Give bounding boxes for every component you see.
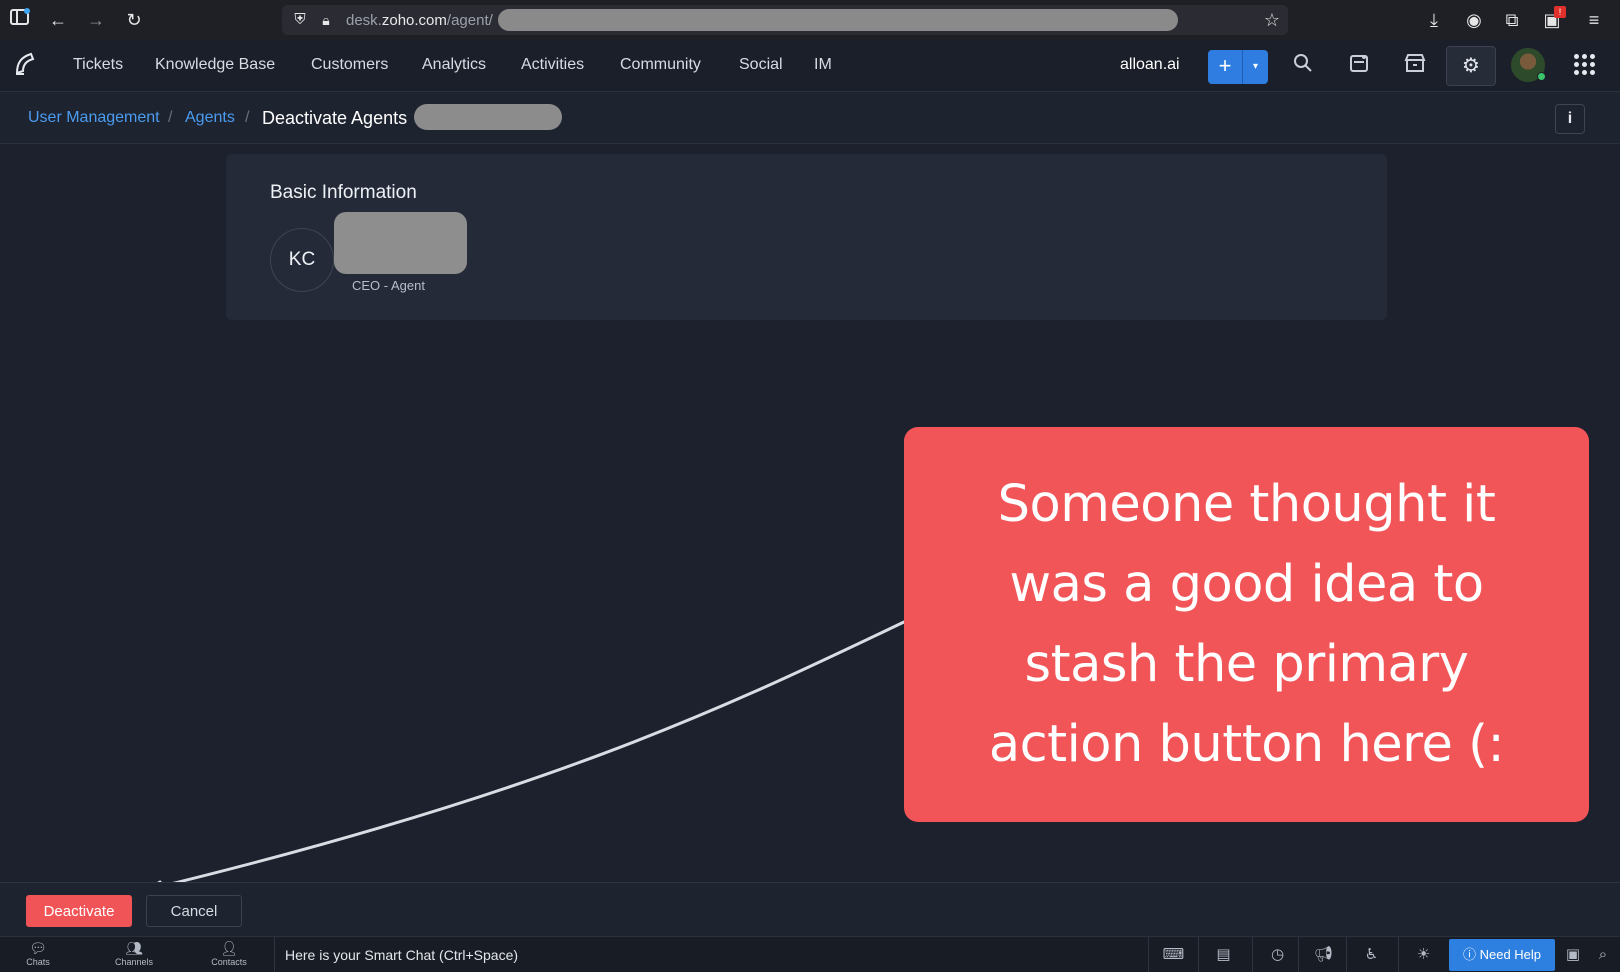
online-status-dot [1537,72,1546,81]
nav-analytics[interactable]: Analytics [422,56,486,74]
agent-avatar: KC [270,228,334,292]
calendar-check-icon[interactable]: ▤ [1198,937,1248,972]
sidebar-toggle-icon[interactable] [8,8,32,32]
info-icon[interactable]: i [1555,104,1585,134]
tab-contacts[interactable]: 👤︎ Contacts [199,939,259,972]
menu-icon[interactable]: ≡ [1582,8,1606,32]
app-header: Tickets Knowledge Base Customers Analyti… [0,40,1620,92]
account-icon[interactable]: ◉ [1462,8,1486,32]
cancel-button[interactable]: Cancel [146,895,242,927]
settings-gear-icon[interactable]: ⚙ [1446,46,1496,86]
user-avatar[interactable] [1511,48,1546,82]
contact-icon: 👤︎ [220,940,238,956]
smart-chat-placeholder: Here is your Smart Chat (Ctrl+Space) [285,947,519,963]
shield-icon[interactable]: ⛨ [288,8,312,32]
bottom-status-bar: 💬︎ Chats 👥︎ Channels 👤︎ Contacts Here is… [0,936,1620,972]
page-title: Deactivate Agents [262,108,408,128]
plus-icon[interactable]: + [1208,50,1242,84]
add-new-button[interactable]: + ▾ [1208,50,1268,84]
help-icon: ⓘ [1462,947,1480,962]
breadcrumb-separator: / [168,109,173,126]
accessibility-icon[interactable]: ♿︎ [1346,937,1396,972]
keyboard-icon[interactable]: ⌨ [1148,937,1198,972]
smart-chat-input[interactable]: Here is your Smart Chat (Ctrl+Space) [274,937,1148,972]
breadcrumb-agents[interactable]: Agents [185,109,235,127]
browser-toolbar: ← → ↻ ⛨ 🔒︎ desk.zoho.com/agent/ ☆ ⤓ ◉ ⧉ … [0,0,1620,40]
agent-name-redaction [334,212,467,274]
feedback-icon[interactable]: ▣ [1558,937,1588,972]
breadcrumb-separator: / [245,109,250,126]
extensions-icon[interactable]: ⧉ [1500,8,1524,32]
breadcrumb-user-management[interactable]: User Management [28,109,160,127]
extension-alert-icon[interactable]: ▣! [1540,6,1566,32]
tab-channels[interactable]: 👥︎ Channels [104,939,164,972]
agent-role: CEO - Agent [352,278,425,293]
url-redaction [498,9,1178,31]
deactivate-button[interactable]: Deactivate [26,895,132,927]
announcement-icon[interactable]: 📢︎ [1298,937,1348,972]
nav-community[interactable]: Community [620,56,701,74]
forward-icon[interactable]: → [84,8,108,32]
url-text: desk.zoho.com/agent/ [346,12,493,29]
chevron-down-icon[interactable]: ▾ [1242,50,1268,84]
nav-knowledge-base[interactable]: Knowledge Base [155,56,275,74]
nav-activities[interactable]: Activities [521,56,584,74]
notes-icon[interactable] [1344,52,1374,82]
chat-bubble-icon: 💬︎ [29,940,47,956]
bookmark-star-icon[interactable]: ☆ [1260,8,1284,32]
brightness-icon[interactable]: ☀ [1398,937,1448,972]
org-name[interactable]: alloan.ai [1120,56,1180,74]
zoho-desk-logo-icon[interactable] [10,51,40,81]
basic-information-card: Basic Information KC CEO - Agent [226,154,1387,320]
nav-im[interactable]: IM [814,56,832,74]
breadcrumb: User Management / Agents / Deactivate Ag… [0,92,1620,144]
channels-icon: 👥︎ [125,940,143,956]
annotation-text: Someone thought it was a good idea to st… [988,474,1505,774]
nav-customers[interactable]: Customers [311,56,388,74]
action-footer: Deactivate Cancel [0,882,1620,936]
lock-icon: 🔒︎ [322,12,330,28]
search-icon[interactable]: ⌕ [1588,937,1618,972]
apps-grid-icon[interactable] [1572,52,1596,76]
address-bar[interactable]: ⛨ 🔒︎ desk.zoho.com/agent/ ☆ [282,5,1288,35]
nav-tickets[interactable]: Tickets [73,56,123,74]
section-title: Basic Information [270,182,417,203]
agent-name-redaction [414,104,562,130]
nav-social[interactable]: Social [739,56,783,74]
search-icon[interactable] [1288,52,1318,82]
back-icon[interactable]: ← [46,8,70,32]
need-help-button[interactable]: ⓘ Need Help [1449,939,1555,971]
clock-icon[interactable]: ◷ [1252,937,1302,972]
annotation-callout: Someone thought it was a good idea to st… [904,427,1589,822]
download-icon[interactable]: ⤓ [1422,8,1446,32]
tab-chats[interactable]: 💬︎ Chats [8,939,68,972]
reload-icon[interactable]: ↻ [122,8,146,32]
marketplace-icon[interactable] [1400,52,1430,82]
